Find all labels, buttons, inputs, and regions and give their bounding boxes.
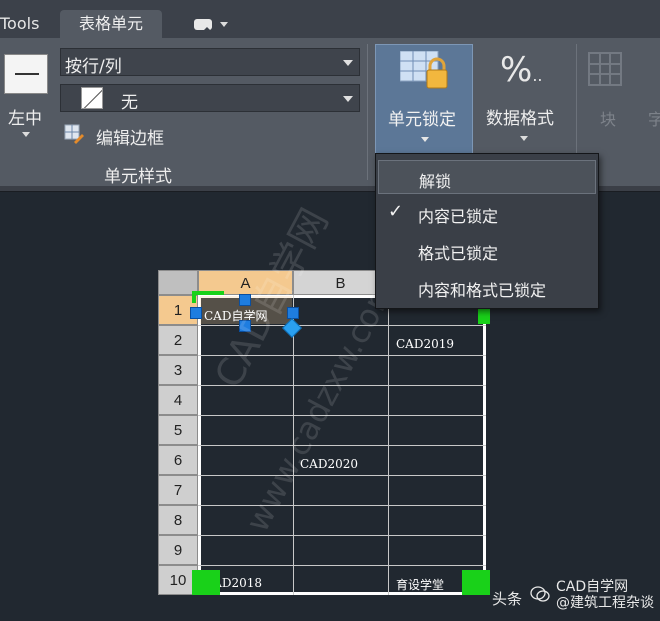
table-grip-bottom-left[interactable] xyxy=(192,570,220,595)
alignment-button[interactable]: 左中 xyxy=(0,48,52,158)
panel-toggle-button[interactable] xyxy=(190,13,232,35)
insert-block-button[interactable]: 块 xyxy=(582,44,634,156)
wechat-icon xyxy=(530,586,550,602)
dropdown-caret-icon xyxy=(343,96,353,102)
chevron-down-icon xyxy=(220,22,228,27)
edit-borders-label: 编辑边框 xyxy=(96,129,164,149)
row-header[interactable]: 4 xyxy=(158,385,198,415)
data-format-button[interactable]: %.. 数据格式 xyxy=(482,44,572,156)
row-header[interactable]: 2 xyxy=(158,325,198,355)
insert-field-button[interactable]: 字 xyxy=(638,44,660,156)
table-grip-top-left[interactable] xyxy=(192,291,224,295)
cell-lock-icon xyxy=(400,51,448,89)
no-fill-swatch-icon xyxy=(81,87,103,109)
tab-tools[interactable]: Tools xyxy=(0,14,39,33)
eject-icon xyxy=(194,19,212,32)
chevron-down-icon xyxy=(22,132,30,137)
menu-item-content-locked[interactable]: ✓ 内容已锁定 xyxy=(378,196,596,230)
column-header-b[interactable]: B xyxy=(293,270,388,295)
table-grip-top-right[interactable] xyxy=(478,309,490,324)
menu-item-unlock[interactable]: 解锁 xyxy=(378,160,596,194)
edit-borders-icon xyxy=(64,124,84,144)
chevron-down-icon xyxy=(520,136,528,141)
cell-b6[interactable]: CAD2020 xyxy=(300,457,358,471)
table-grip-bottom-right[interactable] xyxy=(462,570,490,595)
row-header[interactable]: 9 xyxy=(158,535,198,565)
table-row-line xyxy=(198,535,486,536)
tab-table-cell[interactable]: 表格单元 xyxy=(60,10,162,38)
menu-item-content-and-format-locked[interactable]: 内容和格式已锁定 xyxy=(378,270,596,304)
dropdown-caret-icon xyxy=(343,60,353,66)
table-column-line xyxy=(293,295,294,595)
data-format-label: 数据格式 xyxy=(486,109,554,129)
cell-border-value: 无 xyxy=(121,93,138,113)
cell-grip-left[interactable] xyxy=(190,307,202,319)
cell-grip-bottom[interactable] xyxy=(239,320,251,332)
checkmark-icon: ✓ xyxy=(388,201,404,222)
alignment-label: 左中 xyxy=(8,109,42,129)
credit-subtitle: @建筑工程杂谈 xyxy=(556,595,654,611)
table-row-line xyxy=(198,565,486,566)
block-table-icon xyxy=(588,52,622,86)
percent-icon: %.. xyxy=(500,50,543,90)
table-row-line xyxy=(198,415,486,416)
row-header[interactable]: 3 xyxy=(158,355,198,385)
row-header[interactable]: 6 xyxy=(158,445,198,475)
cell-border-dropdown[interactable]: 无 xyxy=(60,84,360,113)
menu-item-format-locked[interactable]: 格式已锁定 xyxy=(378,233,596,267)
table-row-line xyxy=(198,385,486,386)
table-row-line xyxy=(198,505,486,506)
chevron-down-icon xyxy=(421,137,429,142)
cell-locking-label: 单元锁定 xyxy=(388,110,456,130)
cell-c10[interactable]: 育设学堂 xyxy=(396,576,444,593)
row-header[interactable]: 5 xyxy=(158,415,198,445)
row-col-value: 按行/列 xyxy=(65,57,122,77)
ribbon-tab-strip: Tools 表格单元 xyxy=(0,0,660,38)
cell-a1[interactable]: CAD自学网 xyxy=(204,307,267,324)
table-grip-top-left-edge[interactable] xyxy=(192,291,196,303)
cell-grip-top[interactable] xyxy=(239,294,251,306)
table-row-line xyxy=(198,445,486,446)
table-row-line xyxy=(198,355,486,356)
group-separator xyxy=(367,44,368,180)
cell-locking-menu: 解锁 ✓ 内容已锁定 格式已锁定 内容和格式已锁定 xyxy=(375,153,599,309)
row-col-dropdown[interactable]: 按行/列 xyxy=(60,48,360,77)
cell-grip-right[interactable] xyxy=(287,307,299,319)
table-row-line xyxy=(198,475,486,476)
credit-prefix: 头条 xyxy=(492,590,523,608)
cell-styles-group-label: 单元样式 xyxy=(104,167,172,187)
align-middle-left-icon xyxy=(4,54,48,94)
insert-field-label: 字 xyxy=(648,110,660,129)
insert-block-label: 块 xyxy=(600,110,617,129)
row-header[interactable]: 7 xyxy=(158,475,198,505)
row-header[interactable]: 8 xyxy=(158,505,198,535)
cell-c2[interactable]: CAD2019 xyxy=(396,337,454,351)
cell-locking-button[interactable]: 单元锁定 xyxy=(375,44,473,156)
table-column-line xyxy=(388,295,389,595)
